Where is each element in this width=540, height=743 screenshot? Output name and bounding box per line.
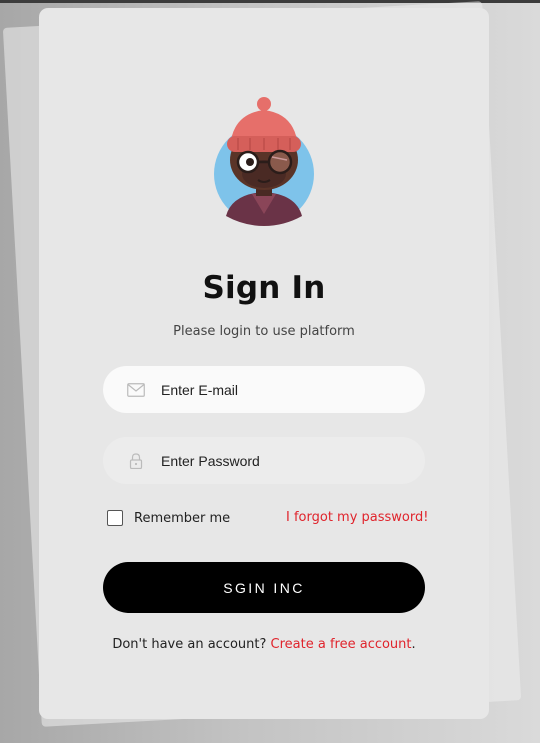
forgot-password-link[interactable]: I forgot my password! <box>286 510 428 526</box>
remember-me-label: Remember me <box>134 510 231 526</box>
sign-in-card: Sign In Please login to use platform Rem… <box>39 8 489 719</box>
email-field[interactable] <box>103 366 425 413</box>
avatar-illustration <box>214 97 314 226</box>
remember-me[interactable]: Remember me <box>107 510 230 526</box>
page-title: Sign In <box>202 270 326 306</box>
create-account-link[interactable]: Create a free account <box>271 637 412 652</box>
password-input[interactable] <box>159 451 403 470</box>
remember-me-checkbox[interactable] <box>107 510 123 526</box>
lock-icon <box>127 452 145 469</box>
envelope-icon <box>127 382 145 398</box>
password-field[interactable] <box>103 437 425 484</box>
sign-in-button[interactable]: SGIN INC <box>103 562 425 613</box>
signup-prompt-period: . <box>411 637 416 652</box>
page-subtitle: Please login to use platform <box>173 324 355 339</box>
avatar <box>212 94 316 226</box>
email-input[interactable] <box>159 380 403 399</box>
signup-prompt: Don't have an account? Create a free acc… <box>39 637 489 652</box>
signup-prompt-text: Don't have an account? <box>112 637 271 652</box>
